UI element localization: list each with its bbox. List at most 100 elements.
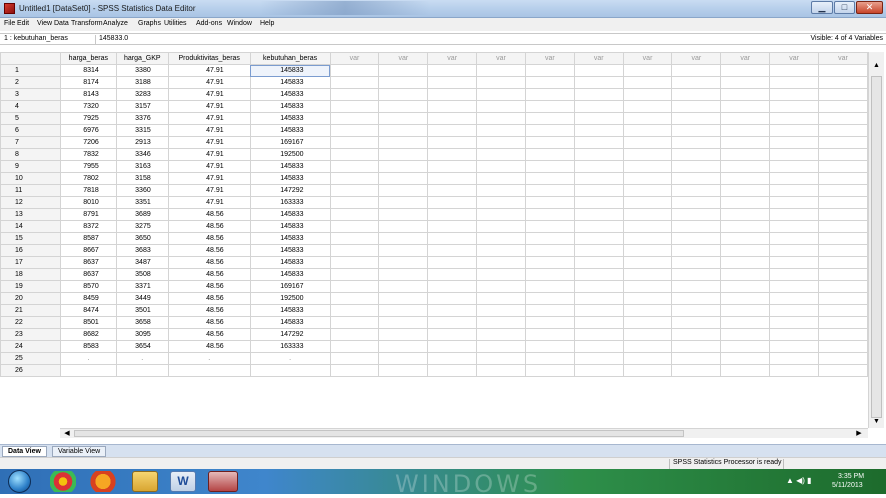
empty-cell[interactable] <box>818 208 868 221</box>
empty-cell[interactable] <box>476 172 526 185</box>
empty-cell[interactable] <box>573 328 624 341</box>
empty-cell[interactable] <box>720 292 771 305</box>
empty-cell[interactable] <box>378 292 429 305</box>
empty-cell[interactable] <box>476 112 526 125</box>
empty-cell[interactable] <box>720 256 771 269</box>
empty-cell[interactable] <box>769 268 819 281</box>
column-header-var[interactable]: var <box>573 52 624 65</box>
row-number[interactable]: 8 <box>0 148 61 161</box>
empty-cell[interactable] <box>720 124 771 137</box>
data-cell[interactable]: 3449 <box>115 292 169 305</box>
empty-cell[interactable] <box>671 88 722 101</box>
empty-cell[interactable] <box>329 304 380 317</box>
empty-cell[interactable] <box>573 316 624 329</box>
empty-cell[interactable] <box>573 100 624 113</box>
data-cell[interactable]: 3371 <box>115 280 169 293</box>
empty-cell[interactable] <box>329 328 380 341</box>
row-number[interactable]: 20 <box>0 292 61 305</box>
data-cell[interactable]: 145833 <box>249 160 331 173</box>
empty-cell[interactable] <box>671 208 722 221</box>
empty-cell[interactable] <box>720 148 771 161</box>
empty-cell[interactable] <box>427 196 478 209</box>
empty-cell[interactable] <box>769 124 819 137</box>
empty-cell[interactable] <box>476 304 526 317</box>
data-cell[interactable]: 3275 <box>115 220 169 233</box>
empty-cell[interactable] <box>769 220 819 233</box>
data-cell[interactable]: . <box>115 352 169 365</box>
empty-cell[interactable] <box>769 352 819 365</box>
empty-cell[interactable] <box>378 88 429 101</box>
empty-cell[interactable] <box>769 148 819 161</box>
empty-cell[interactable] <box>427 268 478 281</box>
empty-cell[interactable] <box>720 172 771 185</box>
empty-cell[interactable] <box>818 136 868 149</box>
data-cell[interactable]: 6976 <box>59 124 117 137</box>
empty-cell[interactable] <box>573 148 624 161</box>
data-cell[interactable]: 145833 <box>249 304 331 317</box>
row-number[interactable]: 14 <box>0 220 61 233</box>
empty-cell[interactable] <box>476 364 526 377</box>
data-cell[interactable]: 3683 <box>115 244 169 257</box>
empty-cell[interactable] <box>476 148 526 161</box>
empty-cell[interactable] <box>378 340 429 353</box>
empty-cell[interactable] <box>622 316 673 329</box>
data-cell[interactable]: 3157 <box>115 100 169 113</box>
empty-cell[interactable] <box>818 196 868 209</box>
column-header-var[interactable]: var <box>769 52 819 65</box>
empty-cell[interactable] <box>720 244 771 257</box>
empty-cell[interactable] <box>476 280 526 293</box>
empty-cell[interactable] <box>427 352 478 365</box>
data-cell[interactable]: 3360 <box>115 184 169 197</box>
row-number[interactable]: 17 <box>0 256 61 269</box>
data-cell[interactable]: 47.91 <box>167 124 251 137</box>
data-cell[interactable]: 7320 <box>59 100 117 113</box>
empty-cell[interactable] <box>476 232 526 245</box>
close-button[interactable]: ✕ <box>856 1 883 14</box>
empty-cell[interactable] <box>769 196 819 209</box>
empty-cell[interactable] <box>524 232 575 245</box>
empty-cell[interactable] <box>622 88 673 101</box>
empty-cell[interactable] <box>427 304 478 317</box>
column-header-var[interactable]: var <box>671 52 722 65</box>
data-cell[interactable]: 8474 <box>59 304 117 317</box>
empty-cell[interactable] <box>818 112 868 125</box>
empty-cell[interactable] <box>573 112 624 125</box>
data-cell[interactable]: 2913 <box>115 136 169 149</box>
empty-cell[interactable] <box>671 292 722 305</box>
empty-cell[interactable] <box>524 364 575 377</box>
empty-cell[interactable] <box>769 280 819 293</box>
data-cell[interactable]: 7802 <box>59 172 117 185</box>
empty-cell[interactable] <box>573 136 624 149</box>
column-header-var[interactable]: var <box>476 52 526 65</box>
empty-cell[interactable] <box>476 160 526 173</box>
row-number[interactable]: 3 <box>0 88 61 101</box>
data-cell[interactable]: 3158 <box>115 172 169 185</box>
file-explorer-taskbar-icon[interactable] <box>132 471 158 492</box>
row-number[interactable]: 4 <box>0 100 61 113</box>
empty-cell[interactable] <box>769 364 819 377</box>
grid-corner[interactable] <box>0 52 61 65</box>
data-cell[interactable]: 47.91 <box>167 148 251 161</box>
data-cell[interactable]: 147292 <box>249 328 331 341</box>
data-cell[interactable]: 7955 <box>59 160 117 173</box>
empty-cell[interactable] <box>769 172 819 185</box>
empty-cell[interactable] <box>524 292 575 305</box>
row-number[interactable]: 26 <box>0 364 61 377</box>
empty-cell[interactable] <box>573 160 624 173</box>
empty-cell[interactable] <box>622 100 673 113</box>
scroll-down-icon[interactable]: ▼ <box>871 418 882 428</box>
empty-cell[interactable] <box>378 184 429 197</box>
empty-cell[interactable] <box>573 256 624 269</box>
empty-cell[interactable] <box>476 256 526 269</box>
empty-cell[interactable] <box>622 328 673 341</box>
empty-cell[interactable] <box>378 232 429 245</box>
empty-cell[interactable] <box>671 364 722 377</box>
empty-cell[interactable] <box>622 172 673 185</box>
empty-cell[interactable] <box>476 184 526 197</box>
column-header-kebutuhan_beras[interactable]: kebutuhan_beras <box>249 52 331 65</box>
data-cell[interactable]: 47.91 <box>167 76 251 89</box>
empty-cell[interactable] <box>818 256 868 269</box>
data-cell[interactable]: 145833 <box>249 208 331 221</box>
data-cell[interactable]: 8682 <box>59 328 117 341</box>
empty-cell[interactable] <box>476 196 526 209</box>
